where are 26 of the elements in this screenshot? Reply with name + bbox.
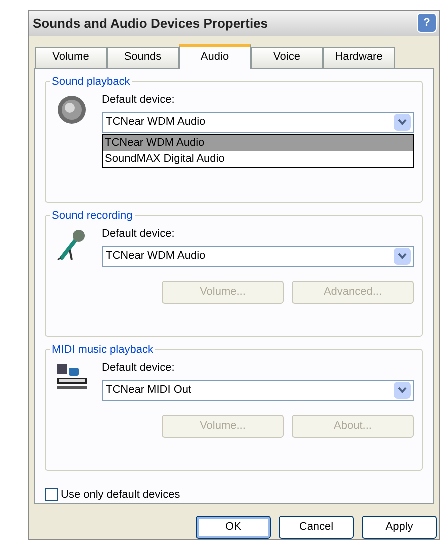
field-label: Default device: [102,360,176,376]
checkbox[interactable] [45,488,58,502]
dialog-button[interactable]: OK [196,516,271,539]
midi-keyboard-icon [55,362,89,392]
window-title: Sounds and Audio Devices Properties [33,14,268,33]
tab[interactable]: Voice [251,46,323,68]
field-label: Default device: [102,226,176,242]
device-dropdown[interactable]: TCNear WDM Audio [102,246,414,267]
dropdown-option[interactable]: SoundMAX Digital Audio [103,150,413,166]
checkbox-label: Use only default devices [61,488,180,502]
tab[interactable]: Volume [35,46,107,68]
tab[interactable]: Audio [179,44,251,68]
field-label: Default device: [102,92,176,108]
dropdown-button[interactable] [394,248,411,265]
microphone-icon [56,228,88,262]
device-dropdown[interactable]: TCNear MIDI Out [102,380,414,401]
dropdown-button[interactable] [394,114,411,131]
dropdown-button[interactable] [394,382,411,399]
device-dropdown[interactable]: TCNear WDM Audio [102,112,414,133]
tab[interactable]: Sounds [107,46,179,68]
dialog-button[interactable]: Apply [362,516,437,539]
dialog-button[interactable]: Cancel [279,516,354,539]
help-button[interactable]: ? [417,13,437,34]
tab[interactable]: Hardware [323,46,395,68]
speaker-icon [56,94,88,126]
dropdown-option[interactable]: TCNear WDM Audio [103,134,413,150]
